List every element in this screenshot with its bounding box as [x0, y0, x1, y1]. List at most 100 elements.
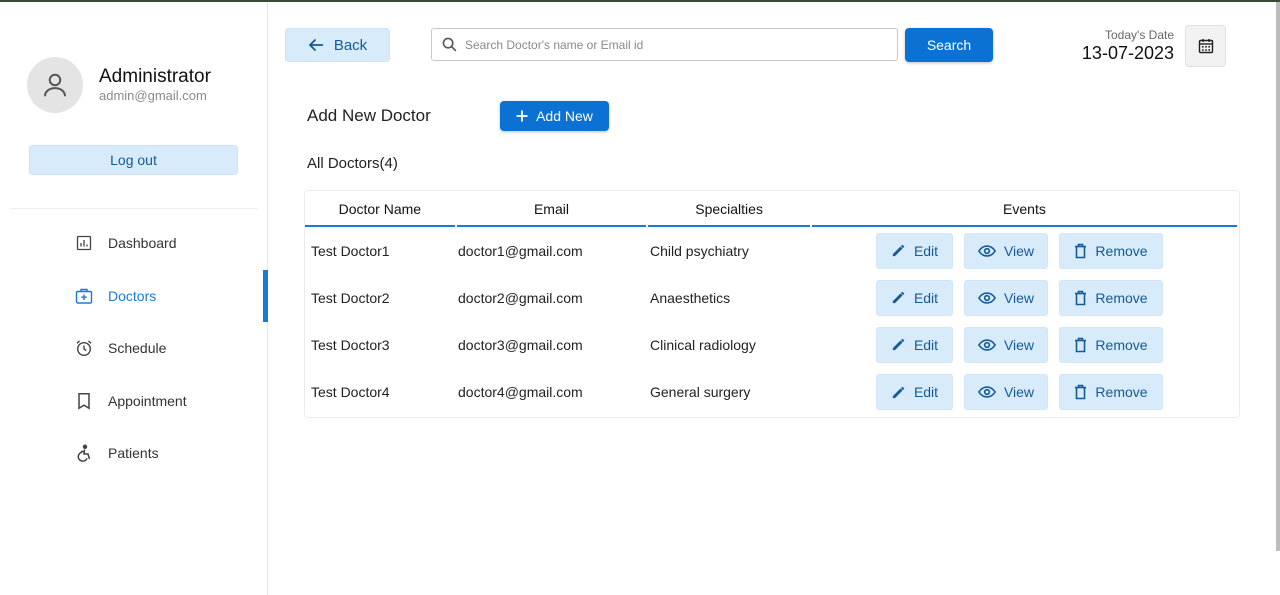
column-header: Doctor Name: [305, 191, 455, 227]
calendar-icon: [1198, 39, 1213, 54]
back-button[interactable]: Back: [285, 28, 390, 62]
view-button[interactable]: View: [964, 232, 1048, 269]
calendar-button[interactable]: [1185, 25, 1226, 67]
today-date: Today's Date 13-07-2023: [1082, 28, 1174, 64]
sidebar-divider: [10, 208, 258, 209]
remove-button[interactable]: Remove: [1059, 374, 1163, 411]
column-header: Events: [811, 191, 1237, 227]
date-label: Today's Date: [1105, 28, 1174, 42]
table-row: Test Doctor3 doctor3@gmail.com Clinical ra…: [305, 321, 1239, 368]
view-label: View: [1003, 384, 1035, 401]
back-button-label: Back: [333, 36, 368, 54]
trash-icon: [1075, 384, 1087, 400]
row-actions: Edit View Remove: [806, 326, 1174, 363]
add-new-button-label: Add New: [536, 108, 593, 124]
remove-button[interactable]: Remove: [1059, 232, 1163, 269]
view-label: View: [1003, 336, 1035, 353]
scrollbar[interactable]: [1276, 2, 1280, 551]
trash-icon: [1075, 337, 1087, 353]
row-actions: Edit View Remove: [806, 279, 1174, 316]
doctors-table: Doctor Name Email Specialties Events Tes…: [304, 190, 1240, 418]
date-value: 13-07-2023: [1081, 43, 1174, 63]
medical-bag-icon: [75, 287, 93, 305]
search-button[interactable]: Search: [905, 28, 993, 62]
edit-button[interactable]: Edit: [876, 279, 953, 316]
sidebar-item-label: Appointment: [108, 392, 187, 409]
column-header: Email: [456, 191, 647, 227]
trash-icon: [1075, 290, 1087, 306]
dashboard-icon: [75, 234, 93, 252]
doctor-specialty: Anaesthetics: [650, 289, 731, 306]
sidebar-item-dashboard[interactable]: Dashboard: [0, 217, 268, 270]
sidebar-item-label: Schedule: [108, 340, 167, 357]
remove-button[interactable]: Remove: [1059, 279, 1163, 316]
view-label: View: [1003, 289, 1035, 306]
sidebar-item-patients[interactable]: Patients: [0, 427, 268, 480]
view-button[interactable]: View: [964, 279, 1048, 316]
trash-icon: [1075, 243, 1087, 258]
all-doctors-title: All Doctors(4): [307, 155, 398, 172]
add-new-doctor-label: Add New Doctor: [307, 106, 431, 125]
column-header: Specialties: [648, 191, 810, 227]
edit-button[interactable]: Edit: [876, 232, 953, 269]
plus-icon: [516, 110, 528, 122]
pencil-icon: [892, 244, 905, 257]
user-profile: Administrator admin@gmail.com: [27, 57, 211, 113]
eye-icon: [977, 339, 996, 351]
sidebar-item-label: Doctors: [108, 287, 157, 304]
sidebar-item-schedule[interactable]: Schedule: [0, 322, 268, 375]
doctor-specialty: General surgery: [650, 384, 751, 401]
edit-label: Edit: [913, 336, 939, 353]
eye-icon: [977, 386, 996, 398]
remove-label: Remove: [1095, 384, 1148, 401]
logout-button[interactable]: Log out: [29, 145, 238, 175]
row-actions: Edit View Remove: [806, 374, 1174, 411]
edit-button[interactable]: Edit: [876, 374, 953, 411]
sidebar-item-label: Dashboard: [108, 235, 177, 252]
bookmark-icon: [75, 392, 93, 410]
table-row: Test Doctor1 doctor1@gmail.com Child psych…: [305, 227, 1239, 274]
view-button[interactable]: View: [964, 374, 1048, 411]
edit-label: Edit: [913, 289, 939, 306]
pencil-icon: [892, 386, 905, 398]
doctor-email: doctor4@gmail.com: [458, 384, 583, 401]
search-input[interactable]: [465, 37, 885, 52]
accessible-icon: [75, 444, 93, 463]
table-header: Doctor Name Email Specialties Events: [305, 191, 1239, 227]
remove-label: Remove: [1095, 336, 1148, 353]
doctor-email: doctor1@gmail.com: [458, 242, 583, 259]
table-row: Test Doctor4 doctor4@gmail.com General sur…: [305, 369, 1239, 416]
sidebar-item-doctors[interactable]: Doctors: [0, 269, 268, 323]
doctor-email: doctor3@gmail.com: [458, 336, 583, 353]
pencil-icon: [892, 292, 905, 304]
sidebar-item-appointment[interactable]: Appointment: [0, 375, 268, 428]
profile-email: admin@gmail.com: [99, 88, 207, 103]
row-actions: Edit View Remove: [806, 232, 1174, 269]
user-icon: [44, 73, 66, 97]
view-button[interactable]: View: [964, 326, 1048, 363]
alarm-clock-icon: [75, 339, 93, 357]
sidebar: Administrator admin@gmail.com Log out Da…: [0, 2, 268, 595]
view-label: View: [1003, 242, 1035, 259]
sidebar-nav: Dashboard Doctors Schedule Appointment P…: [0, 217, 268, 480]
pencil-icon: [892, 339, 905, 351]
eye-icon: [977, 292, 996, 304]
remove-button[interactable]: Remove: [1059, 326, 1163, 363]
eye-icon: [977, 244, 996, 257]
search-field[interactable]: [431, 28, 898, 61]
remove-label: Remove: [1095, 289, 1148, 306]
profile-name: Administrator: [99, 66, 211, 87]
sidebar-item-label: Patients: [108, 445, 159, 462]
doctor-name: Test Doctor1: [311, 242, 390, 259]
doctor-email: doctor2@gmail.com: [458, 289, 583, 306]
doctor-name: Test Doctor3: [311, 336, 390, 353]
avatar: [27, 57, 83, 113]
doctor-name: Test Doctor2: [311, 289, 390, 306]
search-icon: [442, 37, 457, 52]
edit-label: Edit: [913, 242, 939, 259]
table-row: Test Doctor2 doctor2@gmail.com Anaesthetic…: [305, 274, 1239, 321]
doctor-specialty: Child psychiatry: [650, 242, 749, 259]
edit-button[interactable]: Edit: [876, 326, 953, 363]
table-body: Test Doctor1 doctor1@gmail.com Child psych…: [305, 227, 1239, 416]
add-new-button[interactable]: Add New: [500, 101, 609, 131]
